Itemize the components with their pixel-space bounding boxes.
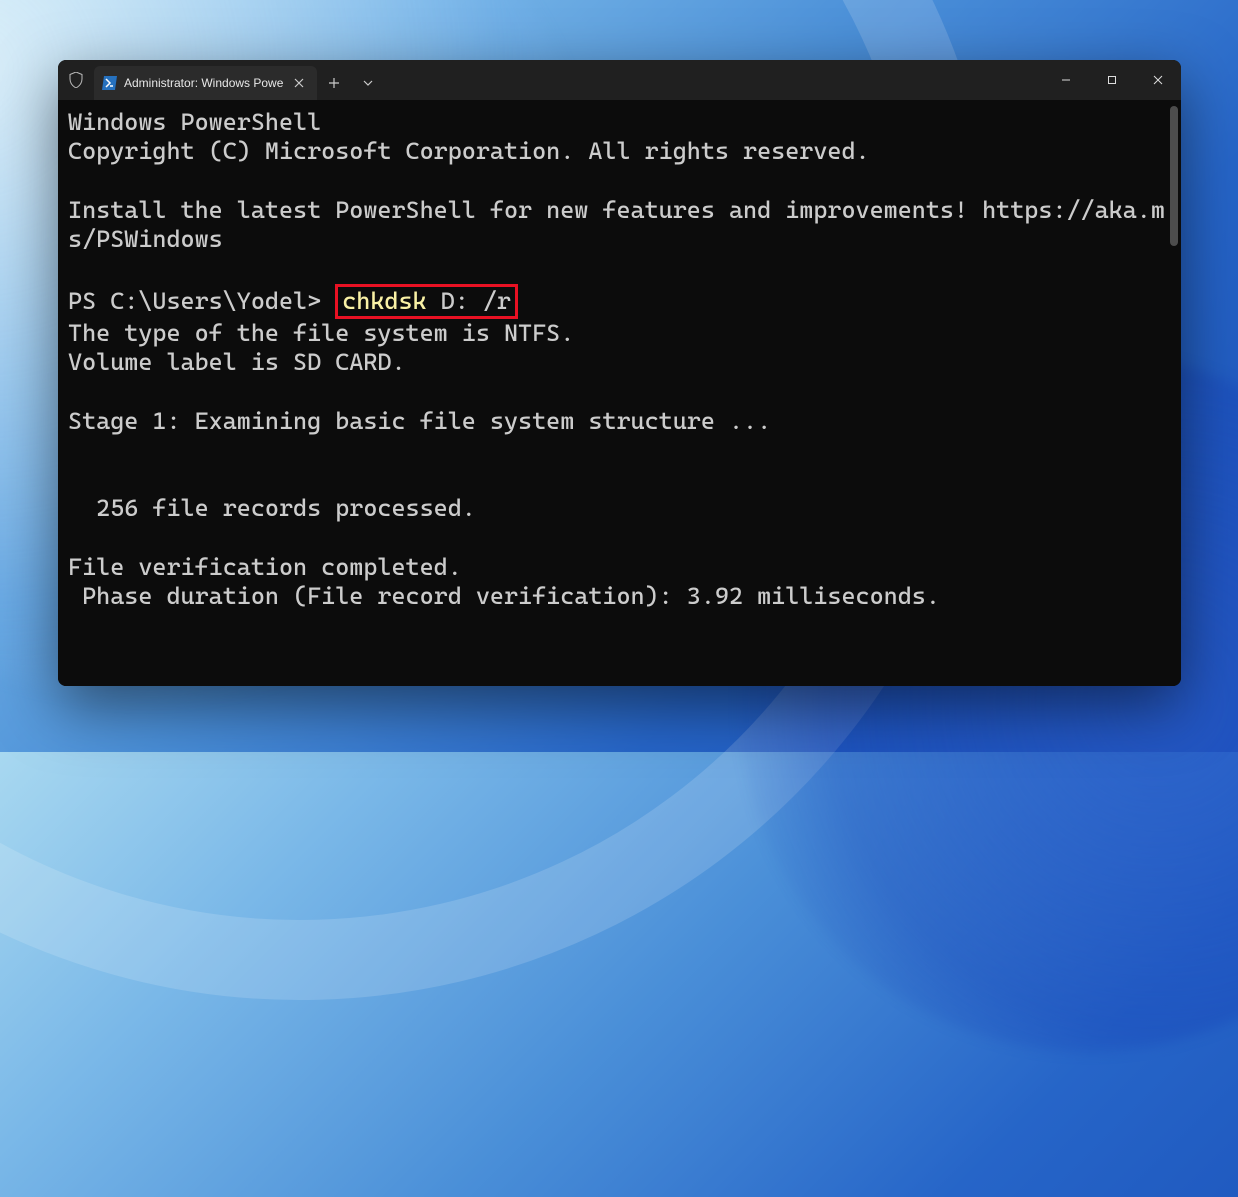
output-line: File verification completed. <box>68 553 462 581</box>
new-tab-button[interactable] <box>317 66 351 100</box>
titlebar[interactable]: Administrator: Windows Powe <box>58 60 1181 100</box>
output-line: Volume label is SD CARD. <box>68 348 406 376</box>
terminal-body[interactable]: Windows PowerShell Copyright (C) Microso… <box>58 100 1181 686</box>
output-line: Windows PowerShell <box>68 108 321 136</box>
output-line: 256 file records processed. <box>68 494 476 522</box>
output-line: Copyright (C) Microsoft Corporation. All… <box>68 137 870 165</box>
powershell-icon <box>102 75 118 91</box>
close-tab-button[interactable] <box>289 73 309 93</box>
command-highlight: chkdsk D: /r <box>335 284 518 319</box>
titlebar-drag-region[interactable] <box>385 60 1043 100</box>
command-name: chkdsk <box>342 287 426 315</box>
maximize-button[interactable] <box>1089 60 1135 100</box>
minimize-button[interactable] <box>1043 60 1089 100</box>
output-line: Stage 1: Examining basic file system str… <box>68 407 771 435</box>
scrollbar-thumb[interactable] <box>1170 106 1178 246</box>
output-line: Install the latest PowerShell for new fe… <box>68 196 1165 253</box>
command-args: D: /r <box>427 287 511 315</box>
tab-dropdown-button[interactable] <box>351 66 385 100</box>
terminal-output: Windows PowerShell Copyright (C) Microso… <box>68 108 1171 612</box>
window-controls <box>1043 60 1181 100</box>
terminal-window: Administrator: Windows Powe <box>58 60 1181 686</box>
output-line: Phase duration (File record verification… <box>68 582 940 610</box>
tab-title: Administrator: Windows Powe <box>124 76 283 90</box>
shield-icon <box>58 72 94 88</box>
output-line: The type of the file system is NTFS. <box>68 319 574 347</box>
tab-powershell[interactable]: Administrator: Windows Powe <box>94 66 317 100</box>
scrollbar[interactable] <box>1169 106 1179 680</box>
close-window-button[interactable] <box>1135 60 1181 100</box>
prompt: PS C:\Users\Yodel> <box>68 287 335 315</box>
titlebar-left: Administrator: Windows Powe <box>58 60 385 100</box>
